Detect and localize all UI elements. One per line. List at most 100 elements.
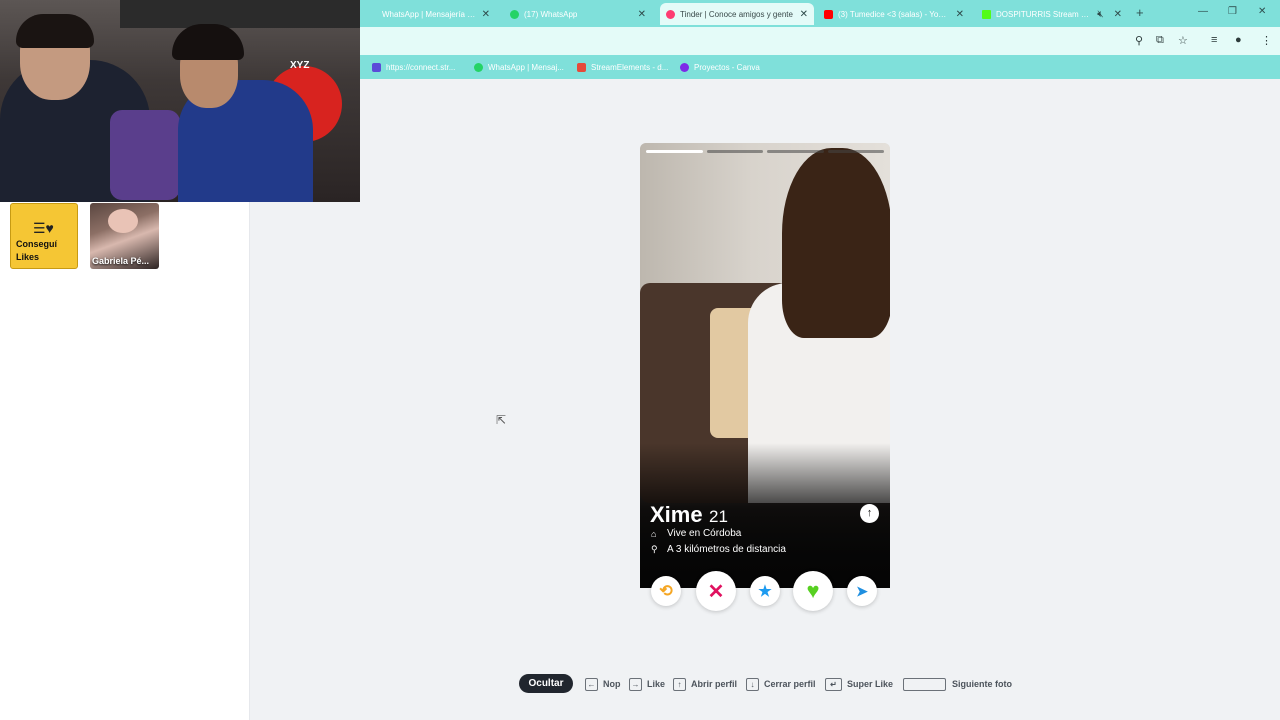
shortcut-next-photo: Siguiente foto (903, 677, 1012, 691)
bookmark-item[interactable]: Proyectos - Canva (680, 61, 760, 73)
rewind-icon: ⟲ (659, 583, 673, 600)
hearts-icon: ☰♥ (33, 220, 54, 236)
tab-whatsapp[interactable]: (17) WhatsApp ✕ (504, 3, 652, 25)
close-icon[interactable]: ✕ (1114, 9, 1122, 20)
tab-label: Tinder | Conoce amigos y gente (680, 9, 793, 19)
minimize-button[interactable]: — (1198, 6, 1208, 17)
nope-button[interactable]: ✕ (696, 571, 736, 611)
shortcut-nope: ← Nop (585, 677, 621, 691)
match-tile[interactable]: Gabriela Pé... (90, 203, 159, 269)
tab-tinder[interactable]: Tinder | Conoce amigos y gente ✕ (660, 3, 814, 25)
location-pin-icon: ⚲ (651, 544, 658, 554)
restore-button[interactable]: ❐ (1228, 6, 1237, 17)
profile-avatar-icon[interactable]: ● (1235, 34, 1242, 46)
photo-progress-bar[interactable] (646, 150, 703, 153)
match-photo (108, 209, 138, 233)
shortcut-label: Nop (603, 679, 621, 689)
tab-label: WhatsApp | Mensajería y llama (382, 9, 476, 19)
get-likes-tile[interactable]: ☰♥ Conseguí Likes (10, 203, 78, 269)
new-tab-button[interactable]: + (1136, 5, 1144, 20)
action-buttons: ⟲ ✕ ★ ♥ ➤ (640, 567, 890, 615)
heart-icon: ♥ (806, 578, 820, 603)
lives-in-text: Vive en Córdoba (667, 528, 742, 539)
youtube-icon (824, 9, 833, 19)
tab-kick-stream[interactable]: DOSPITURRIS Stream - Wat 🔇︎ ✕ (976, 3, 1128, 25)
streamer-left-hair (16, 14, 94, 48)
get-likes-label: Conseguí Likes (16, 239, 58, 262)
shortcut-open-profile: ↑ Abrir perfil (673, 677, 737, 691)
shortcut-label: Cerrar perfil (764, 679, 816, 689)
menu-kebab-icon[interactable]: ⋮ (1261, 34, 1272, 47)
webcam-overlay-text: XYZ (290, 60, 310, 71)
lives-in-row: ⌂ Vive en Córdoba (651, 528, 741, 539)
key-space-icon (903, 677, 946, 691)
super-like-button[interactable]: ★ (750, 576, 780, 606)
x-icon: ✕ (707, 580, 725, 603)
key-right-icon: → (629, 677, 642, 691)
tab-label: DOSPITURRIS Stream - Wat (996, 9, 1092, 19)
webcam-background-shelf (120, 0, 360, 28)
hide-shortcuts-button[interactable]: Ocultar (519, 674, 573, 693)
media-control-icon[interactable]: ≡ (1211, 34, 1217, 46)
bookmark-item[interactable]: WhatsApp | Mensaj... (474, 61, 564, 73)
streamelements-icon (577, 62, 586, 72)
shortcut-label: Like (647, 679, 666, 689)
rewind-button[interactable]: ⟲ (651, 576, 681, 606)
bookmark-label: https://connect.str... (386, 62, 456, 72)
boost-button[interactable]: ➤ (847, 576, 877, 606)
bookmark-label: StreamElements - d... (591, 62, 669, 72)
bookmark-item[interactable]: StreamElements - d... (577, 61, 668, 73)
streamer-right-hair (172, 24, 244, 60)
install-app-icon[interactable]: ⧉ (1156, 34, 1164, 47)
mute-icon[interactable]: 🔇︎ (1097, 9, 1103, 20)
bookmark-icon (372, 62, 381, 72)
tab-label: (17) WhatsApp (524, 9, 578, 19)
location-icon[interactable]: ⚲ (1135, 34, 1143, 47)
key-down-icon: ↓ (746, 677, 759, 691)
whatsapp-icon (368, 10, 377, 19)
key-left-icon: ← (585, 677, 598, 691)
mouse-cursor-icon: ⇱ (496, 413, 507, 427)
close-icon[interactable]: ✕ (638, 9, 646, 20)
whatsapp-icon (474, 62, 483, 72)
kick-icon (982, 9, 991, 19)
tab-label: (3) Tumedice <3 (salas) - YouTu (838, 9, 950, 19)
close-icon[interactable]: ✕ (956, 9, 964, 20)
profile-age: 21 (709, 507, 728, 526)
photo-progress-bar[interactable] (827, 150, 884, 153)
tab-youtube[interactable]: (3) Tumedice <3 (salas) - YouTu ✕ (818, 3, 970, 25)
distance-row: ⚲ A 3 kilómetros de distancia (651, 544, 786, 555)
home-icon: ⌂ (651, 528, 657, 539)
star-icon: ★ (758, 583, 772, 600)
match-name: Gabriela Pé... (92, 256, 150, 266)
photo-progress-bar[interactable] (706, 150, 763, 153)
key-enter-icon: ↵ (825, 677, 842, 691)
shortcut-label: Abrir perfil (691, 679, 738, 689)
shortcut-like: → Like (629, 677, 665, 691)
send-icon: ➤ (856, 582, 868, 599)
tinder-flame-icon (666, 9, 675, 19)
bookmark-star-icon[interactable]: ☆ (1178, 34, 1188, 47)
open-profile-button[interactable]: ↑ (860, 504, 879, 523)
whatsapp-icon (510, 9, 519, 19)
close-icon[interactable]: ✕ (482, 9, 490, 20)
bookmark-label: Proyectos - Canva (694, 62, 760, 72)
photo-hair (782, 148, 890, 338)
shortcut-super-like: ↵ Super Like (825, 677, 893, 691)
bookmark-label: WhatsApp | Mensaj... (488, 62, 564, 72)
close-icon[interactable]: ✕ (800, 9, 808, 20)
like-button[interactable]: ♥ (793, 571, 833, 611)
distance-text: A 3 kilómetros de distancia (667, 544, 786, 555)
photo-progress-bar[interactable] (767, 150, 824, 153)
shortcut-close-profile: ↓ Cerrar perfil (746, 677, 816, 691)
profile-name: Xime (650, 502, 703, 527)
key-up-icon: ↑ (673, 677, 686, 691)
tab-whatsapp-web[interactable]: WhatsApp | Mensajería y llama ✕ (362, 3, 496, 25)
close-window-button[interactable]: ✕ (1258, 6, 1266, 17)
canva-icon (680, 62, 689, 72)
webcam-overlay: XYZ (0, 0, 360, 202)
bookmark-item[interactable]: https://connect.str... (372, 61, 455, 73)
sidebar (0, 202, 250, 720)
purple-pillow (110, 110, 180, 200)
shortcut-label: Siguiente foto (952, 679, 1012, 689)
